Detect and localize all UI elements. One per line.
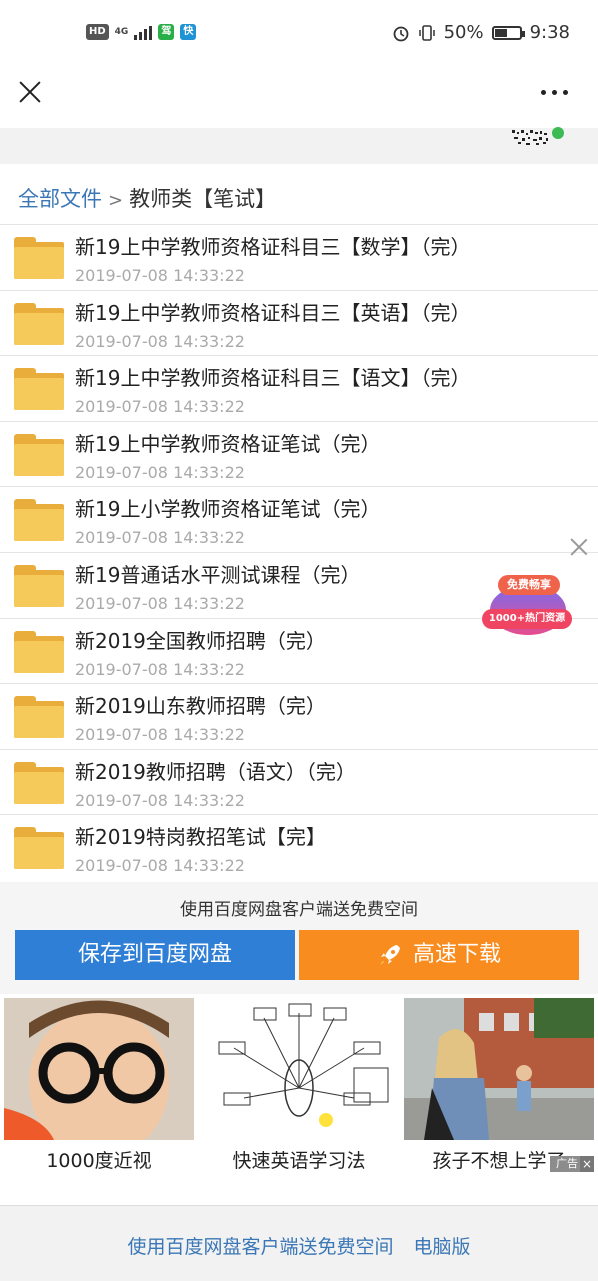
folder-icon [14, 761, 64, 804]
app-notification-icon: 快 [180, 24, 197, 40]
folder-row[interactable]: 新19上中学教师资格证科目三【数学】（完） 2019-07-08 14:33:22 [0, 224, 598, 290]
folder-name: 新2019特岗教招笔试【完】 [75, 825, 326, 850]
folder-date: 2019-07-08 14:33:22 [75, 266, 245, 285]
alarm-icon [393, 26, 408, 41]
battery-percent: 50% [443, 22, 484, 43]
footer-client-link[interactable]: 使用百度网盘客户端送免费空间 [127, 1236, 393, 1258]
ad-caption: 快速英语学习法 [232, 1150, 366, 1172]
ad-image-school [404, 998, 594, 1140]
ad-image-child-glasses [4, 998, 194, 1158]
folder-name: 新19上小学教师资格证笔试（完） [75, 497, 381, 522]
folder-icon [14, 499, 64, 542]
folder-icon [14, 564, 64, 607]
folder-name: 新2019山东教师招聘（完） [75, 694, 326, 719]
folder-date: 2019-07-08 14:33:22 [75, 593, 245, 613]
folder-row[interactable]: 新2019山东教师招聘（完） 2019-07-08 14:33:22 [0, 683, 598, 749]
breadcrumb-separator: > [108, 190, 124, 211]
nav-bar [0, 68, 598, 128]
ad-image-mindmap [204, 998, 394, 1140]
qr-code-icon [512, 127, 564, 145]
float-ad-close-icon[interactable] [570, 538, 588, 556]
folder-date: 2019-07-08 14:33:22 [75, 659, 245, 679]
folder-date: 2019-07-08 14:33:22 [75, 790, 245, 810]
folder-icon [14, 433, 64, 476]
float-ad-top-label: 免费畅享 [498, 575, 560, 595]
save-to-netdisk-button[interactable]: 保存到百度网盘 [15, 930, 295, 980]
folder-date: 2019-07-08 14:33:22 [75, 528, 245, 548]
folder-row[interactable]: 新19上中学教师资格证笔试（完） 2019-07-08 14:33:22 [0, 420, 598, 487]
network-type: 4G [114, 27, 129, 37]
folder-row[interactable]: 新19上中学教师资格证科目三【英语】（完） 2019-07-08 14:33:22 [0, 289, 598, 356]
rocket-icon [379, 945, 400, 965]
folder-name: 新2019全国教师招聘（完） [75, 628, 326, 653]
folder-date: 2019-07-08 14:33:22 [75, 462, 245, 482]
hd-badge: HD [86, 24, 109, 40]
folder-name: 新19普通话水平测试课程（完） [75, 562, 361, 587]
folder-name: 新19上中学教师资格证科目三【数学】（完） [75, 235, 471, 259]
file-list: 新19上中学教师资格证科目三【数学】（完） 2019-07-08 14:33:22… [0, 224, 598, 880]
app-notification-icon: 驾 [158, 24, 175, 40]
ad-card[interactable]: 1000度近视 [4, 998, 194, 1173]
ad-caption: 1000度近视 [46, 1150, 152, 1172]
breadcrumb-current: 教师类【笔试】 [129, 187, 277, 211]
vibrate-icon [418, 24, 435, 41]
folder-icon [14, 302, 64, 345]
fast-download-button[interactable]: 高速下载 [299, 930, 579, 980]
close-icon[interactable] [18, 80, 42, 104]
folder-row[interactable]: 新19上小学教师资格证笔试（完） 2019-07-08 14:33:22 [0, 486, 598, 552]
ad-card[interactable]: 快速英语学习法 [204, 998, 394, 1173]
status-right: 50% 9:38 [392, 22, 570, 43]
folder-name: 新19上中学教师资格证笔试（完） [75, 431, 381, 456]
folder-date: 2019-07-08 14:33:22 [75, 397, 245, 417]
ad-strip: 1000度近视 快速英语学习法 孩子不想上学了 [0, 994, 598, 1174]
fast-download-label: 高速下载 [412, 942, 501, 967]
folder-row[interactable]: 新2019特岗教招笔试【完】 2019-07-08 14:33:22 [0, 814, 598, 880]
folder-icon [14, 237, 64, 279]
folder-name: 新19上中学教师资格证科目三【语文】（完） [75, 366, 471, 391]
clock: 9:38 [529, 22, 570, 43]
folder-row[interactable]: 新2019教师招聘（语文）（完） 2019-07-08 14:33:22 [0, 748, 598, 815]
ad-card[interactable]: 孩子不想上学了 [404, 998, 594, 1173]
folder-icon [14, 827, 64, 870]
folder-date: 2019-07-08 14:33:22 [75, 725, 245, 745]
promo-text: 使用百度网盘客户端送免费空间 [180, 900, 418, 920]
breadcrumb: 全部文件 > 教师类【笔试】 [18, 183, 276, 213]
folder-icon [14, 696, 64, 739]
more-menu-icon[interactable] [541, 90, 568, 95]
signal-icon [134, 24, 153, 40]
folder-name: 新19上中学教师资格证科目三【英语】（完） [75, 300, 471, 325]
footer-links: 使用百度网盘客户端送免费空间 电脑版 [0, 1232, 598, 1259]
folder-icon [14, 368, 64, 411]
ad-close-icon[interactable]: × [580, 1156, 594, 1172]
folder-icon [14, 630, 64, 673]
breadcrumb-root-link[interactable]: 全部文件 [18, 187, 102, 211]
footer-desktop-link[interactable]: 电脑版 [414, 1236, 471, 1258]
float-ad-bottom-label: 1000+热门资源 [482, 609, 572, 629]
folder-name: 新2019教师招聘（语文）（完） [75, 759, 356, 784]
folder-date: 2019-07-08 14:33:22 [75, 331, 245, 351]
battery-icon [491, 25, 525, 40]
float-ad[interactable]: 免费畅享 1000+热门资源 [482, 565, 574, 639]
folder-row[interactable]: 新19上中学教师资格证科目三【语文】（完） 2019-07-08 14:33:22 [0, 355, 598, 421]
folder-date: 2019-07-08 14:33:22 [75, 856, 245, 876]
status-left: HD 4G 驾 快 [86, 24, 197, 40]
